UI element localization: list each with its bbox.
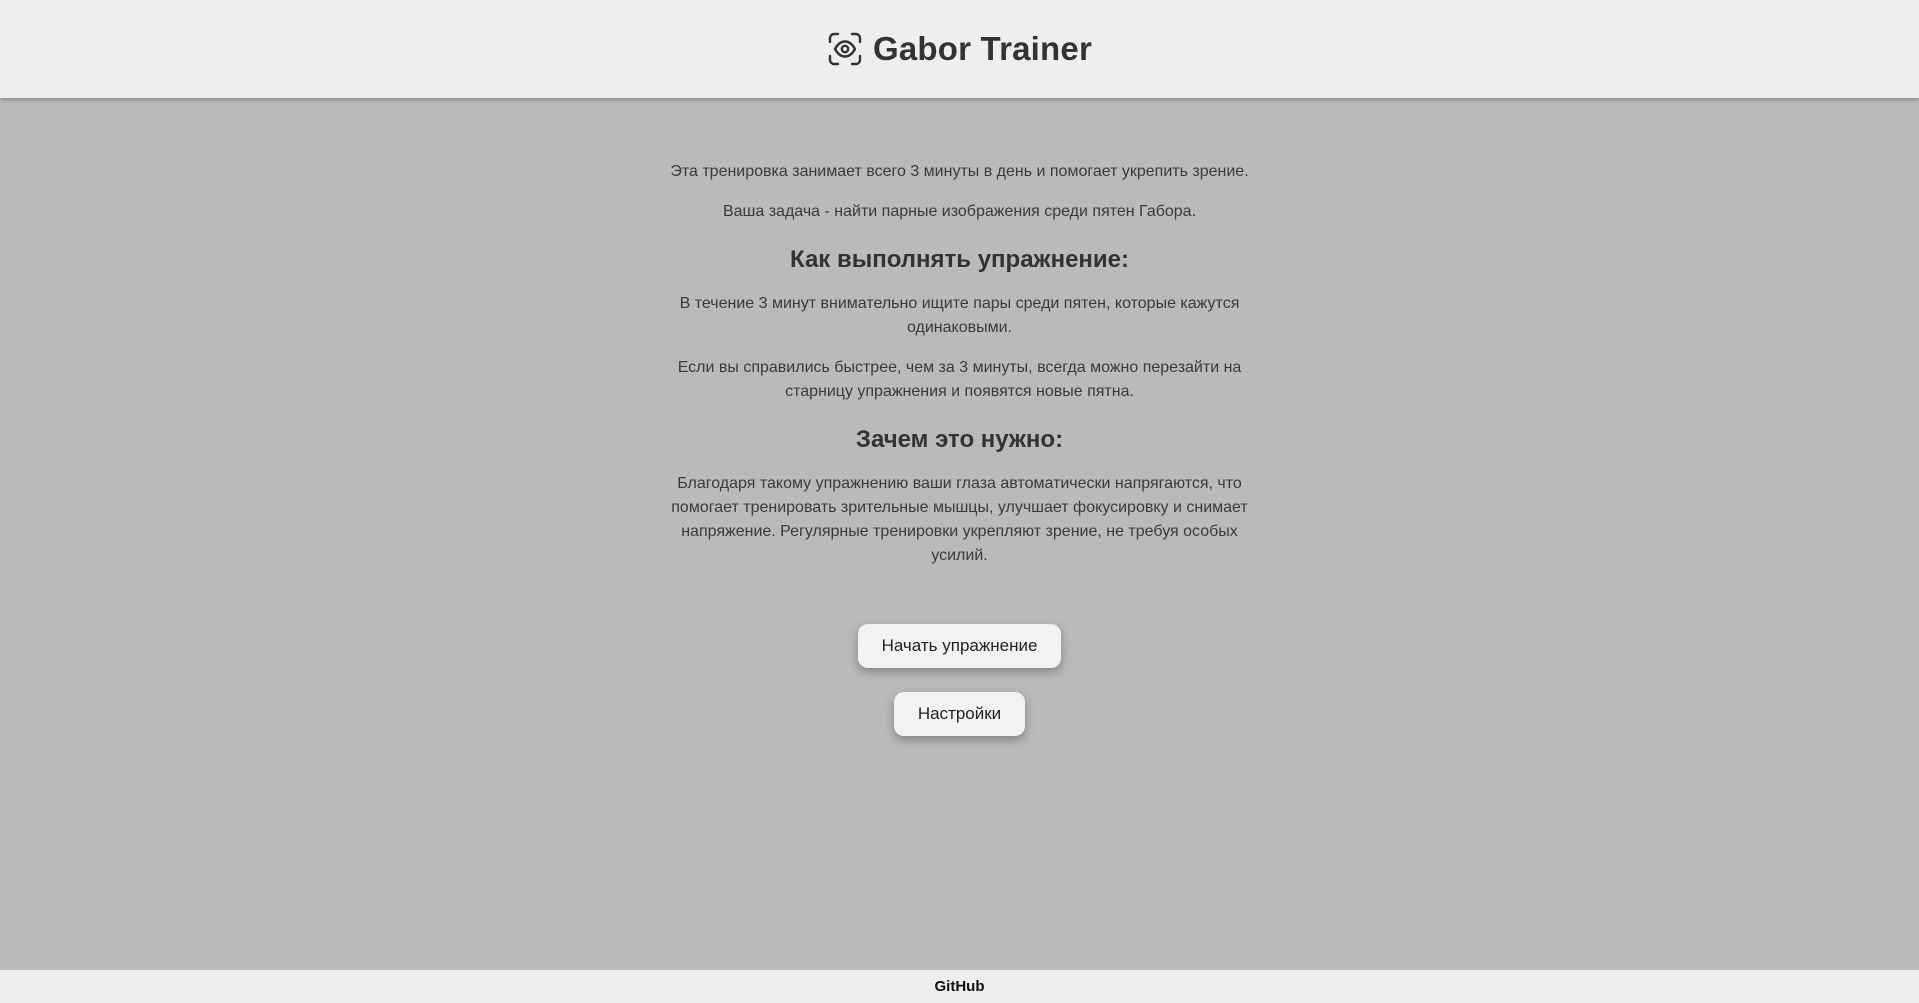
app-header: Gabor Trainer xyxy=(0,0,1919,98)
eye-scan-icon xyxy=(827,31,863,67)
brand[interactable]: Gabor Trainer xyxy=(827,30,1092,68)
intro-paragraph-1: Эта тренировка занимает всего 3 минуты в… xyxy=(670,163,1249,180)
settings-button[interactable]: Настройки xyxy=(893,692,1026,736)
how-heading: Как выполнять упражнение: xyxy=(790,246,1129,273)
footer: GitHub xyxy=(0,970,1919,1003)
intro-paragraph-2: Ваша задача - найти парные изображения с… xyxy=(722,203,1197,220)
why-paragraph: Благодаря такому упражнению ваши глаза а… xyxy=(671,475,1248,564)
start-exercise-button[interactable]: Начать упражнение xyxy=(857,624,1062,668)
main-content: Эта тренировка занимает всего 3 минуты в… xyxy=(0,100,1919,970)
instructions: Эта тренировка занимает всего 3 минуты в… xyxy=(670,100,1250,736)
why-heading: Зачем это нужно: xyxy=(855,426,1064,453)
how-paragraph-1: В течение 3 минут внимательно ищите пары… xyxy=(679,295,1240,336)
action-buttons: Начать упражнение Настройки xyxy=(670,624,1250,736)
app-title: Gabor Trainer xyxy=(872,30,1092,67)
how-paragraph-2: Если вы справились быстрее, чем за 3 мин… xyxy=(677,359,1242,400)
github-link[interactable]: GitHub xyxy=(935,978,985,995)
